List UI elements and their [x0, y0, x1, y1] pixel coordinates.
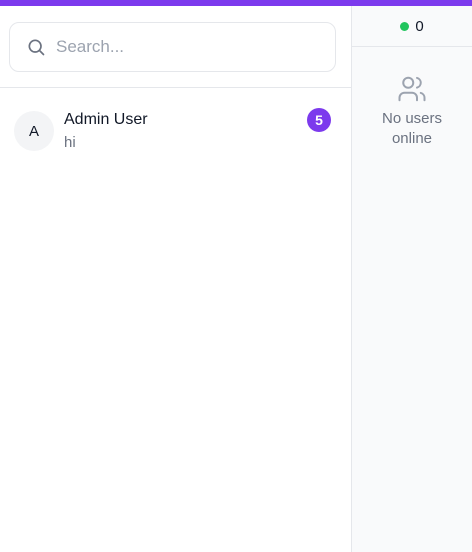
avatar: A: [14, 111, 54, 151]
users-icon: [398, 76, 426, 102]
conversation-name: Admin User: [64, 111, 148, 128]
conversation-preview: hi: [64, 134, 76, 151]
no-users-message: No users online: [352, 109, 472, 149]
online-status-dot: [400, 21, 410, 31]
online-users-panel: 0 No users online: [351, 6, 472, 552]
search-input[interactable]: [56, 37, 306, 57]
online-user-count: 0: [415, 17, 424, 35]
conversation-panel: A Admin User hi 5: [0, 6, 351, 552]
no-users-line-1: No users: [381, 110, 443, 127]
search-divider: [0, 87, 351, 88]
no-users-line-2: online: [391, 130, 433, 147]
online-status-header: 0: [352, 6, 472, 47]
unread-count-badge: 5: [307, 108, 331, 132]
conversation-item[interactable]: A Admin User hi 5: [0, 104, 351, 158]
search-box[interactable]: [9, 22, 336, 72]
search-icon: [28, 39, 45, 56]
